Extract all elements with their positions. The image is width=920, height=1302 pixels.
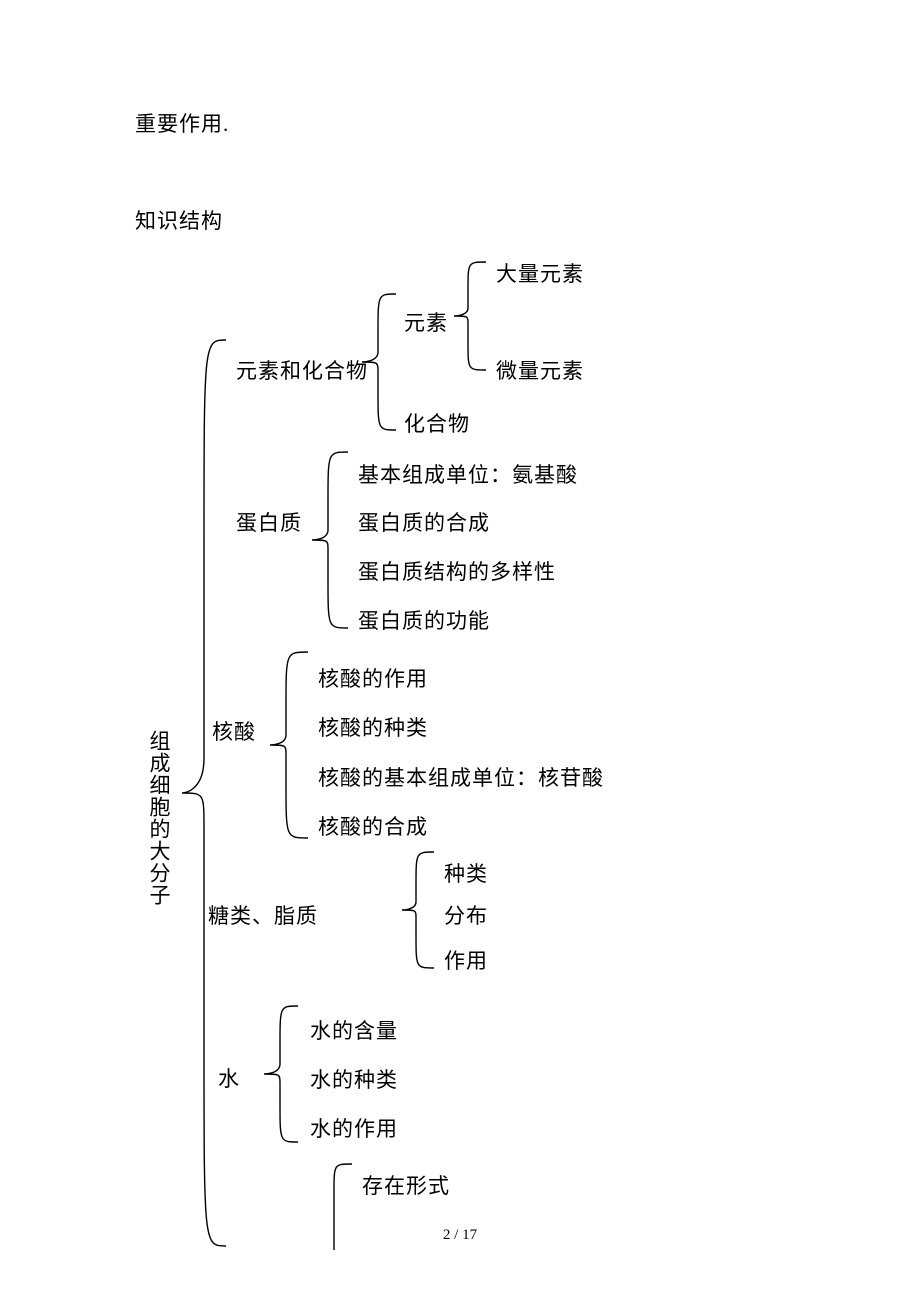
protein-diversity-label: 蛋白质结构的多样性 bbox=[358, 556, 556, 586]
water-brace bbox=[262, 1004, 304, 1144]
macro-elements-label: 大量元素 bbox=[496, 258, 584, 288]
elements-compounds-brace bbox=[360, 292, 402, 432]
nucleic-unit-label: 核酸的基本组成单位：核苷酸 bbox=[318, 762, 604, 792]
elements-label: 元素 bbox=[404, 307, 448, 337]
water-role-label: 水的作用 bbox=[310, 1113, 398, 1143]
nucleic-synth-label: 核酸的合成 bbox=[318, 811, 428, 841]
protein-synth-label: 蛋白质的合成 bbox=[358, 507, 490, 537]
elements-compounds-label: 元素和化合物 bbox=[236, 355, 368, 385]
protein-label: 蛋白质 bbox=[236, 507, 302, 537]
sl-role-label: 作用 bbox=[444, 945, 488, 975]
intro-tail-text: 重要作用. bbox=[135, 108, 229, 138]
elements-brace bbox=[452, 260, 492, 372]
page-footer: 2 / 17 bbox=[0, 1227, 920, 1244]
sl-type-label: 种类 bbox=[444, 858, 488, 888]
protein-function-label: 蛋白质的功能 bbox=[358, 605, 490, 635]
sl-dist-label: 分布 bbox=[444, 900, 488, 930]
protein-unit-label: 基本组成单位：氨基酸 bbox=[358, 459, 578, 489]
nucleic-type-label: 核酸的种类 bbox=[318, 712, 428, 742]
trace-elements-label: 微量元素 bbox=[496, 355, 584, 385]
section-title: 知识结构 bbox=[135, 205, 223, 235]
document-page: 重要作用. 知识结构 组成细胞的大分子 元素和化合物 蛋白质 核酸 糖类、脂质 … bbox=[0, 0, 920, 1302]
root-brace bbox=[180, 338, 234, 1248]
nucleic-brace bbox=[268, 650, 314, 840]
root-label: 组成细胞的大分子 bbox=[135, 730, 183, 906]
water-type-label: 水的种类 bbox=[310, 1064, 398, 1094]
sugar-lipid-label: 糖类、脂质 bbox=[208, 900, 318, 930]
compounds-label: 化合物 bbox=[404, 408, 470, 438]
water-label: 水 bbox=[218, 1063, 240, 1093]
water-content-label: 水的含量 bbox=[310, 1015, 398, 1045]
protein-brace bbox=[310, 450, 354, 630]
nucleic-role-label: 核酸的作用 bbox=[318, 663, 428, 693]
sugar-lipid-brace bbox=[400, 850, 440, 970]
nucleic-label: 核酸 bbox=[212, 716, 256, 746]
exist-form-label: 存在形式 bbox=[362, 1170, 450, 1200]
